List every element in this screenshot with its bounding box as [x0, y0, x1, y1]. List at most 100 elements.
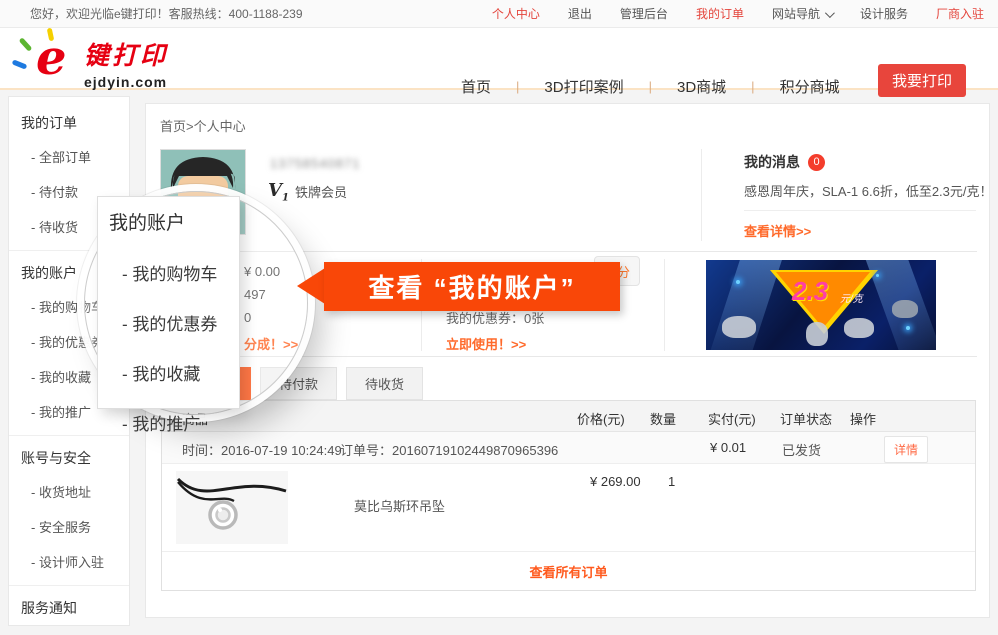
banner-price-text: 2.3 — [792, 276, 828, 307]
v1-level-icon: V1 — [268, 180, 289, 204]
sidebar-section-security: 账号与安全 - 收货地址 - 安全服务 - 设计师入驻 — [9, 435, 129, 585]
magnified-item-coupons: - 我的优惠券 — [109, 310, 239, 335]
banner-glow — [736, 280, 740, 284]
order-status: 已发货 — [782, 440, 821, 459]
order-table-header: 商品 价格(元) 数量 实付(元) 订单状态 操作 — [162, 401, 975, 432]
product-image[interactable] — [176, 471, 288, 544]
member-level: V1 铁牌会员 — [268, 180, 347, 204]
link-personal-center[interactable]: 个人中心 — [492, 0, 540, 28]
zero-value: 0 — [244, 306, 298, 329]
top-utility-bar: 您好，欢迎光临e键打印！客服热线：400-1188-239 个人中心 退出 管理… — [0, 0, 998, 28]
view-all-orders-link[interactable]: 查看所有订单 — [529, 562, 607, 581]
magnified-menu-title: 我的账户 — [109, 208, 239, 235]
link-my-orders[interactable]: 我的订单 — [696, 0, 744, 28]
product-name[interactable]: 莫比乌斯环吊坠 — [354, 496, 445, 515]
sidebar-title-service-notice: 服务通知 — [9, 590, 129, 624]
divider — [664, 259, 665, 351]
magnified-account-menu: 我的账户 - 我的购物车 - 我的优惠券 - 我的收藏 - 我的推广 — [97, 196, 240, 409]
divider — [160, 356, 977, 357]
user-center-page: 您好，欢迎光临e键打印！客服热线：400-1188-239 个人中心 退出 管理… — [0, 0, 998, 635]
points-value: 497 — [244, 283, 298, 306]
banner-3d-object — [806, 322, 828, 346]
divider — [160, 251, 977, 252]
banner-3d-object — [892, 300, 918, 318]
messages-count-badge: 0 — [808, 154, 825, 171]
banner-glow — [876, 274, 879, 277]
site-header: e 键打印 ejdyin.com 首页 | 3D打印案例 | 3D商城 | 积分… — [0, 28, 998, 90]
use-coupon-link[interactable]: 立即使用！>> — [446, 334, 526, 353]
col-status: 订单状态 — [780, 409, 832, 428]
chevron-down-icon — [825, 8, 835, 18]
banner-glow — [906, 326, 910, 330]
magnified-item-cart: - 我的购物车 — [109, 260, 239, 285]
sidebar-title-account-security: 账号与安全 — [9, 440, 129, 474]
banner-3d-object — [722, 316, 756, 338]
nav-3d-cases[interactable]: 3D打印案例 — [519, 76, 648, 97]
promo-banner[interactable]: 2.3 元/克 — [706, 260, 936, 350]
banner-unit-text: 元/克 — [840, 290, 863, 305]
link-design-service[interactable]: 设计服务 — [860, 0, 908, 28]
order-detail-button[interactable]: 详情 — [884, 436, 928, 463]
messages-title: 我的消息 — [744, 152, 800, 172]
callout-arrow-icon — [297, 268, 325, 304]
nav-home[interactable]: 首页 — [436, 76, 516, 97]
divider — [744, 210, 976, 211]
tab-pending-receipt[interactable]: 待收货 — [346, 367, 423, 400]
col-price: 价格(元) — [577, 409, 625, 428]
site-nav-label: 网站导航 — [772, 0, 820, 28]
product-price: ¥ 269.00 — [590, 474, 641, 489]
breadcrumb: 首页>个人中心 — [160, 116, 246, 135]
logo-dash-blue — [12, 59, 28, 69]
sidebar-section-notices: 服务通知 - 交易提醒(0) - 系统消息(0) - 最新活动(0) — [9, 585, 129, 635]
main-content: 首页>个人中心 13758540871 V1 铁牌会员 我的消息 0 感恩周年庆… — [145, 103, 990, 618]
balance-value: ¥ 0.00 — [244, 260, 298, 283]
sidebar-item-trade-alerts[interactable]: - 交易提醒(0) — [9, 624, 129, 635]
share-commission-link[interactable]: 分成！>> — [244, 333, 298, 356]
sidebar-item-all-orders[interactable]: - 全部订单 — [9, 139, 129, 174]
site-logo[interactable]: e 键打印 ejdyin.com — [22, 36, 168, 90]
link-logout[interactable]: 退出 — [568, 0, 592, 28]
col-operation: 操作 — [850, 409, 876, 428]
member-level-label: 铁牌会员 — [295, 182, 347, 201]
logo-e-icon: e — [22, 36, 80, 88]
banner-3d-object — [844, 318, 874, 338]
promo-message: 感恩周年庆，SLA-1 6.6折，低至2.3元/克！ — [744, 181, 979, 200]
link-site-nav[interactable]: 网站导航 — [772, 0, 832, 28]
logo-brand: 键打印 — [84, 36, 168, 72]
product-row: 莫比乌斯环吊坠 ¥ 269.00 1 — [162, 464, 975, 552]
logo-e-glyph: e — [36, 32, 67, 85]
utility-links: 个人中心 退出 管理后台 我的订单 网站导航 设计服务 厂商入驻 — [492, 0, 984, 28]
magnified-item-favorites: - 我的收藏 — [109, 360, 239, 385]
sidebar-item-address[interactable]: - 收货地址 — [9, 474, 129, 509]
necklace-illustration — [176, 471, 288, 544]
order-meta-row: 时间：2016-07-19 10:24:49 订单号：2016071910244… — [162, 432, 975, 464]
divider — [701, 149, 702, 241]
sidebar-title-my-orders: 我的订单 — [9, 105, 129, 139]
account-summary-fragments: ¥ 0.00 497 0 分成！>> — [244, 260, 298, 356]
sidebar-item-designer-join[interactable]: - 设计师入驻 — [9, 544, 129, 579]
nav-3d-mall[interactable]: 3D商城 — [652, 76, 751, 97]
nav-points-mall[interactable]: 积分商城 — [755, 76, 865, 97]
orders-footer: 查看所有订单 — [162, 552, 975, 590]
callout-banner: 查看 “我的账户” — [324, 262, 620, 311]
logo-domain: ejdyin.com — [84, 74, 168, 90]
col-quantity: 数量 — [650, 409, 676, 428]
logo-dash-green — [19, 37, 33, 51]
messages-block: 我的消息 0 感恩周年庆，SLA-1 6.6折，低至2.3元/克！ 查看详情>> — [744, 152, 979, 240]
callout-label: 查看 “我的账户” — [368, 268, 575, 305]
product-quantity: 1 — [668, 474, 675, 489]
print-now-button[interactable]: 我要打印 — [878, 64, 966, 97]
logo-text: 键打印 ejdyin.com — [84, 36, 168, 90]
order-table: 商品 价格(元) 数量 实付(元) 订单状态 操作 时间：2016-07-19 … — [161, 400, 976, 591]
order-paid-amount: ¥ 0.01 — [710, 440, 746, 455]
link-vendor-join[interactable]: 厂商入驻 — [936, 0, 984, 28]
view-details-link[interactable]: 查看详情>> — [744, 221, 979, 240]
welcome-text: 您好，欢迎光临e键打印！客服热线：400-1188-239 — [30, 0, 303, 28]
link-admin[interactable]: 管理后台 — [620, 0, 668, 28]
username: 13758540871 — [270, 156, 361, 171]
tab-pending-payment[interactable]: 待付款 — [260, 367, 337, 400]
col-paid: 实付(元) — [708, 409, 756, 428]
magnified-item-promotion: - 我的推广 — [109, 410, 239, 435]
order-time: 时间：2016-07-19 10:24:49 — [182, 440, 342, 459]
sidebar-item-security-service[interactable]: - 安全服务 — [9, 509, 129, 544]
